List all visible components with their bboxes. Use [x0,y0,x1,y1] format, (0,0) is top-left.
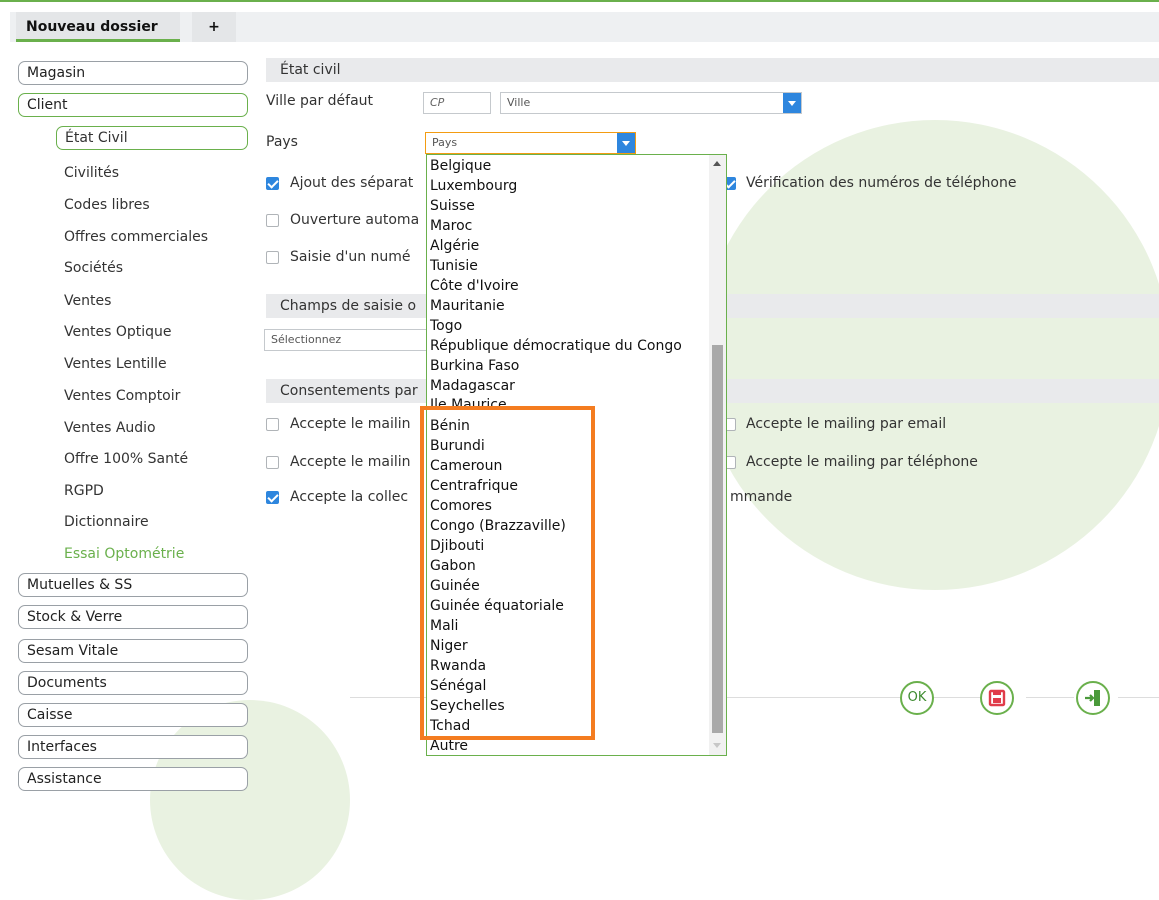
saisie-numero-label: Saisie d'un numé [290,249,411,265]
sidebar-item-essai-optometrie[interactable]: Essai Optométrie [56,542,248,566]
mailing-email-label: Accepte le mailing par email [746,416,947,432]
sidebar-item-offre-100-sante[interactable]: Offre 100% Santé [56,447,248,471]
tab-strip [10,12,1159,42]
footer-divider [1118,697,1159,698]
dropdown-option[interactable]: Suisse [430,196,475,216]
verification-telephone-label: Vérification des numéros de téléphone [746,175,1017,191]
sidebar-group-caisse[interactable]: Caisse [18,703,248,727]
sidebar-group-assistance[interactable]: Assistance [18,767,248,791]
sidebar-group-client[interactable]: Client [18,93,248,117]
cp-input[interactable]: CP [423,92,491,114]
ouverture-automatique-checkbox[interactable] [266,214,279,227]
pays-label: Pays [266,134,298,150]
footer-divider [1026,697,1074,698]
footer-divider [932,697,980,698]
dropdown-option[interactable]: Luxembourg [430,176,517,196]
dropdown-option[interactable]: Mauritanie [430,296,505,316]
ajout-separateurs-checkbox[interactable] [266,177,279,190]
sidebar-group-interfaces[interactable]: Interfaces [18,735,248,759]
dropdown-option[interactable]: Madagascar [430,376,515,396]
mailing-checkbox-1[interactable] [266,418,279,431]
add-tab-button[interactable]: + [192,12,236,42]
chevron-down-icon[interactable] [617,133,635,153]
commande-label: mmande [730,489,793,505]
saisie-numero-checkbox[interactable] [266,251,279,264]
sidebar-item-ventes[interactable]: Ventes [56,289,248,313]
mailing-checkbox-2[interactable] [266,456,279,469]
dropdown-option[interactable]: Algérie [430,236,479,256]
sidebar-item-ventes-lentille[interactable]: Ventes Lentille [56,352,248,376]
sidebar-item-etat-civil[interactable]: État Civil [56,126,248,150]
exit-button[interactable] [1076,681,1110,715]
mailing-label-1: Accepte le mailin [290,416,411,432]
scrollbar-thumb[interactable] [712,345,723,733]
dropdown-option[interactable]: Burkina Faso [430,356,519,376]
sidebar-item-dictionnaire[interactable]: Dictionnaire [56,510,248,534]
sidebar-item-offres-commerciales[interactable]: Offres commerciales [56,225,248,249]
ville-par-defaut-label: Ville par défaut [266,93,374,109]
pays-select[interactable]: Pays [425,132,636,154]
tab-nouveau-dossier[interactable]: Nouveau dossier [16,12,180,42]
sidebar-group-magasin[interactable]: Magasin [18,61,248,85]
sidebar-item-ventes-optique[interactable]: Ventes Optique [56,320,248,344]
highlight-box [420,406,595,740]
background-decoration [150,700,350,900]
dropdown-option[interactable]: Belgique [430,156,491,176]
sidebar-item-rgpd[interactable]: RGPD [56,479,248,503]
mailing-label-2: Accepte le mailin [290,454,411,470]
chevron-down-icon[interactable] [783,93,801,113]
collecte-checkbox[interactable] [266,491,279,504]
mailing-telephone-label: Accepte le mailing par téléphone [746,454,978,470]
sidebar-item-ventes-audio[interactable]: Ventes Audio [56,416,248,440]
scroll-down-icon[interactable] [713,743,721,748]
collecte-label: Accepte la collec [290,489,409,505]
sidebar-group-sesam-vitale[interactable]: Sesam Vitale [18,639,248,663]
sidebar-item-civilites[interactable]: Civilités [56,161,248,185]
ok-button[interactable]: OK [900,681,934,715]
ville-select[interactable]: Ville [500,92,802,114]
ouverture-automatique-label: Ouverture automa [290,212,420,228]
dropdown-option[interactable]: Maroc [430,216,472,236]
dropdown-option[interactable]: République démocratique du Congo [430,336,682,356]
sidebar-item-societes[interactable]: Sociétés [56,256,248,280]
ok-label: OK [907,690,927,705]
champs-select[interactable]: Sélectionnez [264,329,429,351]
champs-select-value: Sélectionnez [271,333,342,346]
ville-select-value: Ville [507,96,531,109]
sidebar-group-documents[interactable]: Documents [18,671,248,695]
ajout-separateurs-label: Ajout des séparat [290,175,414,191]
sidebar-item-codes-libres[interactable]: Codes libres [56,193,248,217]
scroll-up-icon[interactable] [713,161,721,166]
sidebar-item-ventes-comptoir[interactable]: Ventes Comptoir [56,384,248,408]
exit-door-icon [1085,690,1100,706]
pays-select-value: Pays [432,136,458,149]
dropdown-option[interactable]: Togo [430,316,462,336]
sidebar-group-stock-verre[interactable]: Stock & Verre [18,605,248,629]
save-button[interactable] [980,681,1014,715]
sidebar-group-mutuelles[interactable]: Mutuelles & SS [18,573,248,597]
section-etat-civil-header: État civil [266,58,1159,82]
save-icon [988,689,1006,707]
dropdown-option[interactable]: Tunisie [430,256,478,276]
dropdown-scrollbar[interactable] [709,155,726,755]
dropdown-option[interactable]: Côte d'Ivoire [430,276,519,296]
